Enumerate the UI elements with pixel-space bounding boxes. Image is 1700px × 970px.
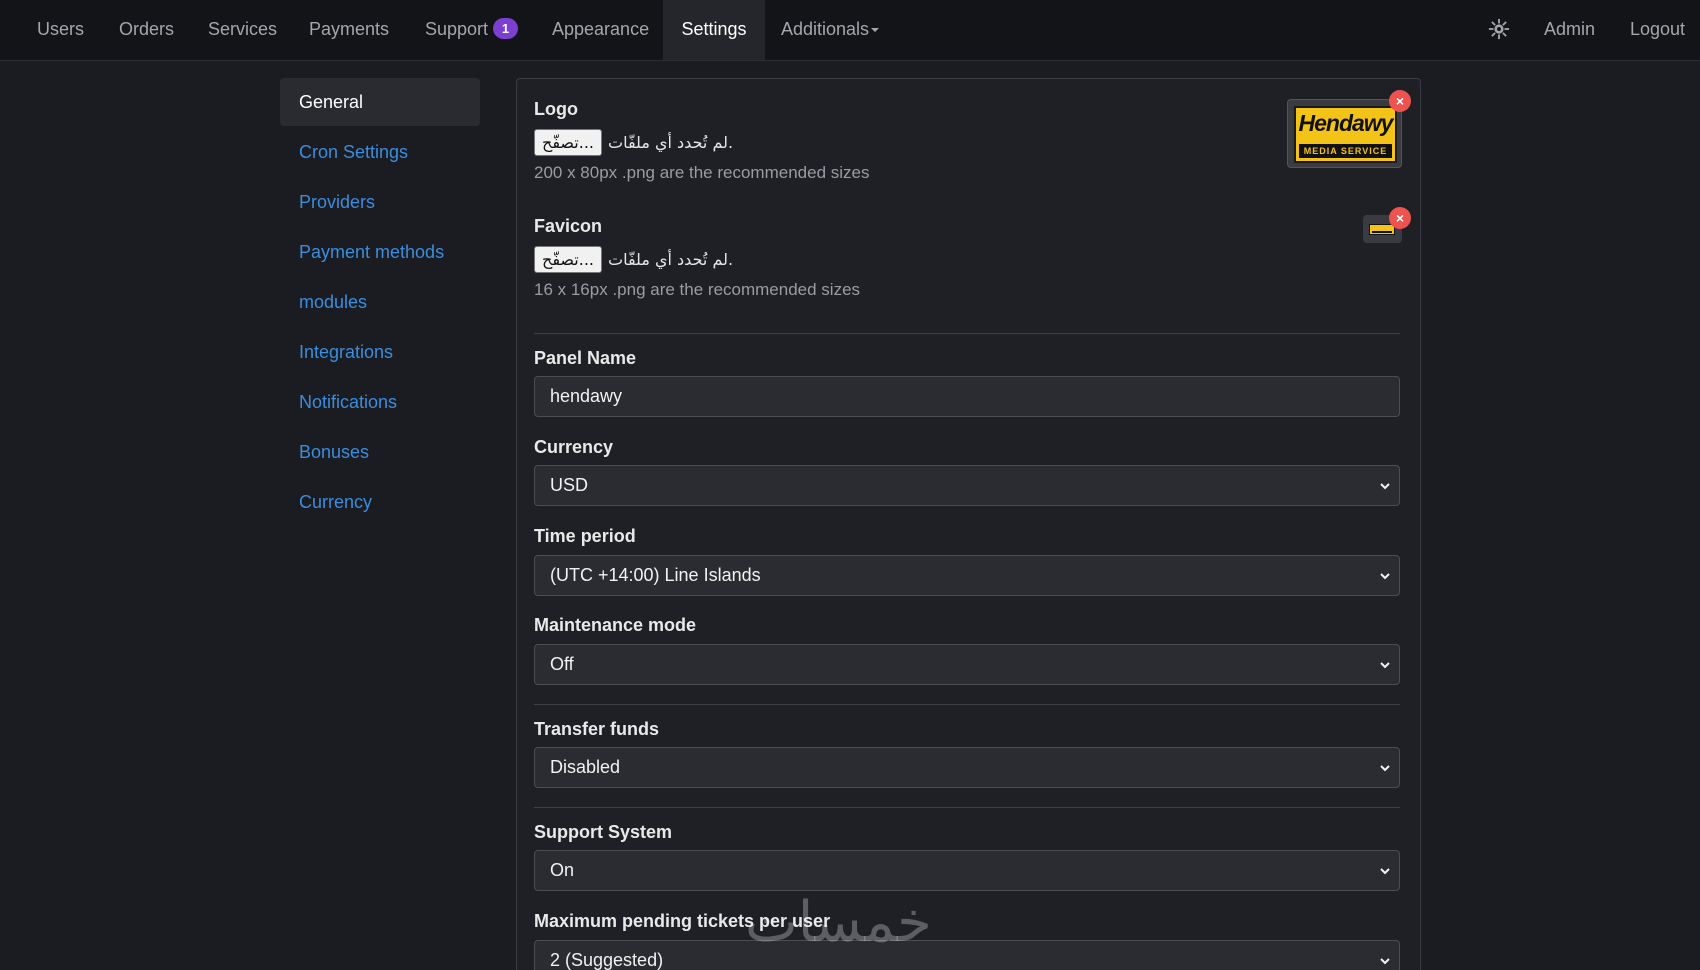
nav-appearance-label: Appearance: [552, 19, 650, 39]
transfer-funds-value: Disabled: [550, 757, 621, 777]
favicon-label: Favicon: [534, 216, 603, 236]
logo-help-text: 200 x 80px .png are the recommended size…: [534, 163, 870, 182]
nav-additionals-dropdown[interactable]: Additionals: [781, 0, 880, 60]
remove-logo-button[interactable]: ×: [1389, 90, 1411, 112]
chevron-down-icon: [1380, 662, 1390, 669]
nav-payments-label: Payments: [309, 19, 390, 39]
logo-subtitle: MEDIA SERVICE: [1299, 144, 1392, 158]
support-system-select[interactable]: On: [534, 850, 1400, 891]
max-pending-tickets-value: 2 (Suggested): [550, 950, 664, 970]
nav-settings[interactable]: Settings: [663, 0, 765, 60]
nav-settings-label: Settings: [681, 19, 747, 39]
maintenance-mode-label: Maintenance mode: [534, 615, 697, 635]
transfer-funds-select[interactable]: Disabled: [534, 747, 1400, 788]
support-system-value: On: [550, 860, 575, 880]
nav-logout[interactable]: Logout: [1630, 0, 1685, 60]
nav-orders-label: Orders: [119, 19, 175, 39]
sidebar-item-general[interactable]: General: [280, 78, 480, 126]
logo-browse-button[interactable]: تصفّح...: [534, 129, 603, 156]
favicon-stripe: [1372, 231, 1392, 233]
nav-admin-label: Admin: [1544, 19, 1596, 39]
section-divider: [534, 704, 1400, 705]
top-navbar: Users Orders Services Payments Support 1 …: [0, 0, 1700, 61]
maintenance-mode-value: Off: [550, 654, 574, 674]
panel-name-input[interactable]: hendawy: [534, 376, 1400, 417]
favicon-help-text: 16 x 16px .png are the recommended sizes: [534, 280, 861, 299]
nav-payments[interactable]: Payments: [309, 0, 389, 60]
nav-appearance[interactable]: Appearance: [552, 0, 649, 60]
nav-users-label: Users: [37, 19, 85, 39]
sidebar-item-payment-methods[interactable]: Payment methods: [280, 228, 480, 276]
panel-name-label: Panel Name: [534, 348, 637, 368]
settings-sidebar: General Cron Settings Providers Payment …: [280, 78, 480, 528]
nav-support-label: Support: [425, 19, 489, 39]
general-settings-panel: Logo تصفّح... لم تُحدد أي ملفّات. 200 x 8…: [516, 78, 1421, 970]
currency-label: Currency: [534, 437, 614, 457]
transfer-funds-label: Transfer funds: [534, 719, 660, 739]
close-icon: ×: [1395, 93, 1405, 109]
khamsat-watermark: خمسات: [745, 890, 932, 955]
nav-additionals-label: Additionals: [781, 19, 870, 39]
favicon-no-file-text: لم تُحدد أي ملفّات.: [608, 250, 734, 269]
sidebar-item-currency[interactable]: Currency: [280, 478, 480, 526]
logo-label: Logo: [534, 99, 578, 119]
logo-file-input[interactable]: تصفّح... لم تُحدد أي ملفّات.: [534, 129, 733, 157]
favicon-browse-button[interactable]: تصفّح...: [534, 246, 603, 273]
currency-select[interactable]: USD: [534, 465, 1400, 506]
nav-services[interactable]: Services: [208, 0, 277, 60]
nav-support[interactable]: Support 1: [425, 0, 519, 60]
sidebar-item-bonuses[interactable]: Bonuses: [280, 428, 480, 476]
close-icon: ×: [1395, 210, 1405, 226]
time-period-select[interactable]: (UTC +14:00) Line Islands: [534, 555, 1400, 596]
nav-logout-label: Logout: [1630, 19, 1686, 39]
section-divider: [534, 333, 1400, 334]
logo-wordmark: Hendawy: [1298, 110, 1394, 136]
sidebar-item-modules[interactable]: modules: [280, 278, 480, 326]
chevron-down-icon: [1380, 958, 1390, 965]
currency-value: USD: [550, 475, 589, 495]
nav-admin[interactable]: Admin: [1544, 0, 1595, 60]
sidebar-item-notifications[interactable]: Notifications: [280, 378, 480, 426]
time-period-value: (UTC +14:00) Line Islands: [550, 565, 761, 585]
hendawy-logo: Hendawy MEDIA SERVICE: [1294, 106, 1397, 163]
logo-preview-image: Hendawy MEDIA SERVICE: [1287, 99, 1402, 168]
gear-icon[interactable]: [1488, 18, 1510, 40]
chevron-down-icon: [1380, 483, 1390, 490]
support-system-label: Support System: [534, 822, 673, 842]
nav-users[interactable]: Users: [37, 0, 84, 60]
nav-services-label: Services: [208, 19, 278, 39]
section-divider: [534, 807, 1400, 808]
max-pending-tickets-select[interactable]: 2 (Suggested): [534, 940, 1400, 970]
maintenance-mode-select[interactable]: Off: [534, 644, 1400, 685]
chevron-down-icon: [1380, 868, 1390, 875]
sidebar-item-providers[interactable]: Providers: [280, 178, 480, 226]
favicon-file-input[interactable]: تصفّح... لم تُحدد أي ملفّات.: [534, 246, 733, 274]
caret-down-icon: [871, 28, 880, 33]
support-count-badge: 1: [493, 18, 519, 40]
nav-orders[interactable]: Orders: [119, 0, 174, 60]
chevron-down-icon: [1380, 765, 1390, 772]
panel-name-value: hendawy: [550, 386, 623, 406]
sidebar-item-cron-settings[interactable]: Cron Settings: [280, 128, 480, 176]
logo-no-file-text: لم تُحدد أي ملفّات.: [608, 133, 734, 152]
time-period-label: Time period: [534, 526, 636, 546]
chevron-down-icon: [1380, 573, 1390, 580]
sidebar-item-integrations[interactable]: Integrations: [280, 328, 480, 376]
remove-favicon-button[interactable]: ×: [1389, 207, 1411, 229]
